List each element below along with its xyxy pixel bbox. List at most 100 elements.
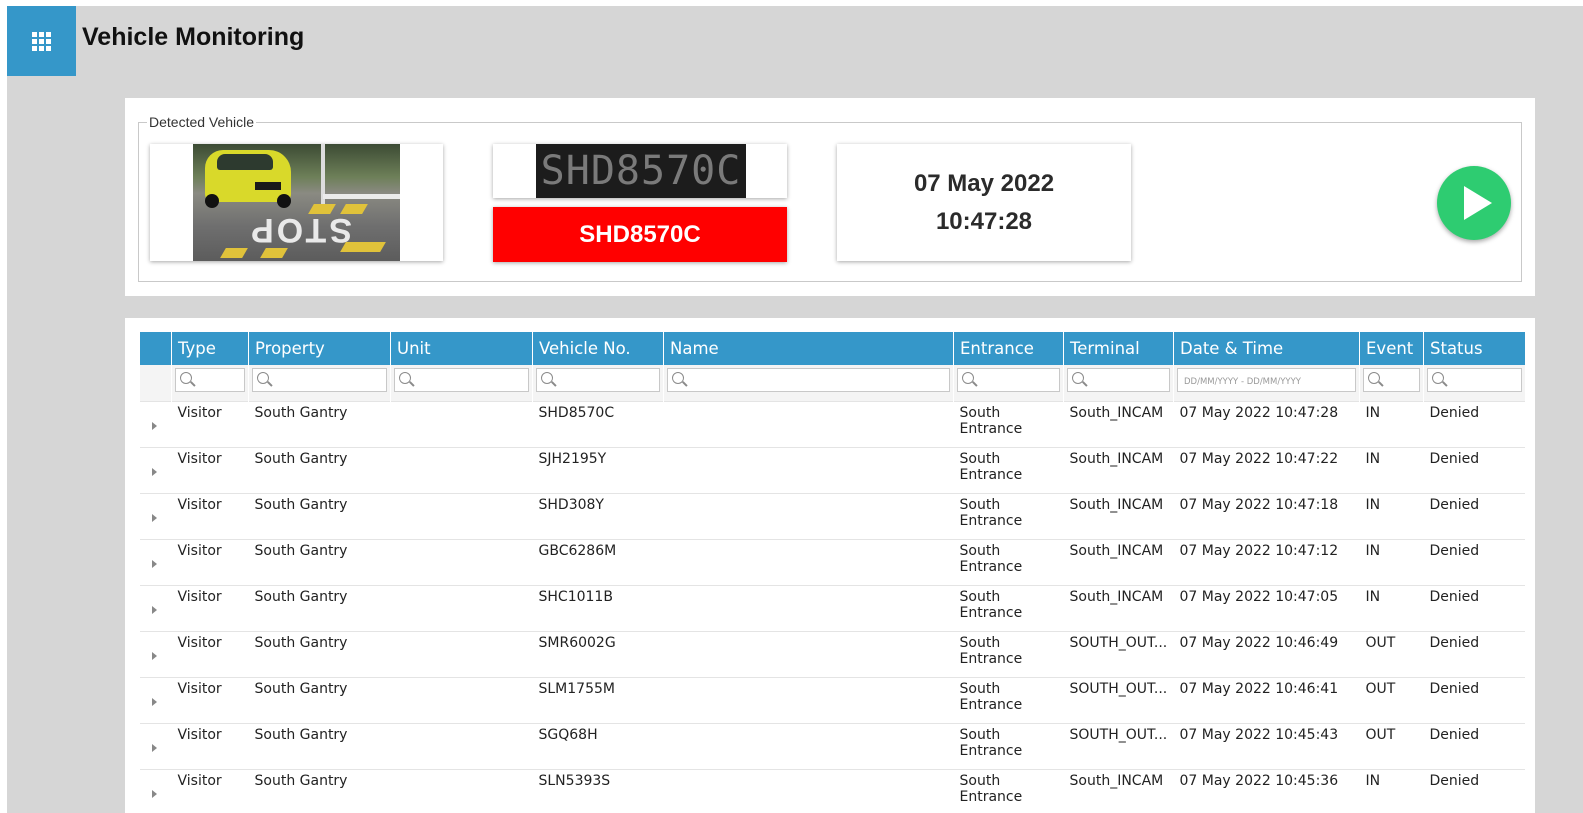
header-row: Type Property Unit Vehicle No. Name Entr…: [139, 332, 1525, 365]
cell-terminal: South_INCAM: [1069, 542, 1164, 559]
row-expander[interactable]: [140, 677, 172, 723]
filter-row: DD/MM/YYYY - DD/MM/YYYY: [139, 365, 1525, 401]
cell-unit: [391, 631, 533, 677]
date-range-placeholder: DD/MM/YYYY - DD/MM/YYYY: [1184, 377, 1301, 387]
cell-event: IN: [1365, 450, 1381, 467]
cell-event: IN: [1365, 588, 1381, 605]
column-header-vehicle-no[interactable]: Vehicle No.: [532, 332, 664, 365]
column-header-date-time[interactable]: Date & Time: [1173, 332, 1360, 365]
row-expander[interactable]: [140, 447, 172, 493]
cell-type: Visitor: [177, 496, 222, 513]
filter-type-input[interactable]: [175, 368, 245, 392]
filter-unit-input[interactable]: [394, 368, 529, 392]
menu-button[interactable]: [7, 6, 76, 76]
cell-vehicle: SMR6002G: [538, 634, 616, 651]
cell-datetime: 07 May 2022 10:47:22: [1179, 450, 1339, 467]
column-header-status[interactable]: Status: [1423, 332, 1525, 365]
row-expander[interactable]: [140, 539, 172, 585]
filter-terminal-input[interactable]: [1067, 368, 1170, 392]
column-header-terminal[interactable]: Terminal: [1063, 332, 1174, 365]
table-row[interactable]: Visitor South Gantry SHD8570C South Entranc…: [139, 401, 1525, 447]
detection-date: 07 May 2022: [913, 169, 1055, 197]
cell-event: OUT: [1365, 726, 1396, 743]
cell-event: OUT: [1365, 634, 1396, 651]
table-row[interactable]: Visitor South Gantry SMR6002G South Entranc…: [139, 631, 1525, 677]
cell-terminal: South_INCAM: [1069, 496, 1164, 513]
plate-number-badge: SHD8570C: [493, 207, 787, 262]
filter-property-input[interactable]: [252, 368, 387, 392]
cell-status: Denied: [1429, 404, 1480, 421]
table-row[interactable]: Visitor South Gantry SJH2195Y South Entranc…: [139, 447, 1525, 493]
cell-name: [664, 493, 954, 539]
cell-name: [664, 723, 954, 769]
cell-datetime: 07 May 2022 10:47:28: [1179, 404, 1339, 421]
play-button[interactable]: [1437, 166, 1511, 240]
cell-entrance: South Entrance: [959, 726, 1023, 759]
column-header-event[interactable]: Event: [1359, 332, 1424, 365]
cell-vehicle: SHD308Y: [538, 496, 604, 513]
cell-entrance: South Entrance: [959, 496, 1023, 529]
cell-name: [664, 631, 954, 677]
cell-type: Visitor: [177, 450, 222, 467]
detection-datetime-card: 07 May 2022 10:47:28: [837, 144, 1131, 261]
cell-name: [664, 539, 954, 585]
expand-arrow-icon: [151, 789, 157, 798]
row-expander[interactable]: [140, 769, 172, 813]
cell-vehicle: SHD8570C: [538, 404, 615, 421]
detected-vehicle-panel: Detected Vehicle STOP SHD8570C SHD8570C …: [125, 98, 1535, 296]
row-expander[interactable]: [140, 631, 172, 677]
table-row[interactable]: Visitor South Gantry SHC1011B South Entranc…: [139, 585, 1525, 631]
expand-arrow-icon: [151, 743, 157, 752]
column-header-entrance[interactable]: Entrance: [953, 332, 1064, 365]
cell-terminal: SOUTH_OUT...: [1069, 680, 1168, 697]
expand-arrow-icon: [151, 421, 157, 430]
cell-vehicle: SGQ68H: [538, 726, 598, 743]
row-expander[interactable]: [140, 723, 172, 769]
plate-image-text: SHD8570C: [540, 148, 742, 194]
column-header-property[interactable]: Property: [248, 332, 391, 365]
cell-property: South Gantry: [254, 588, 348, 605]
expand-arrow-icon: [151, 467, 157, 476]
row-expander[interactable]: [140, 585, 172, 631]
column-header-name[interactable]: Name: [663, 332, 954, 365]
column-header-unit[interactable]: Unit: [390, 332, 533, 365]
table-row[interactable]: Visitor South Gantry SGQ68H South Entrance S…: [139, 723, 1525, 769]
table-row[interactable]: Visitor South Gantry SLN5393S South Entranc…: [139, 769, 1525, 813]
cell-terminal: South_INCAM: [1069, 450, 1164, 467]
cell-status: Denied: [1429, 726, 1480, 743]
search-icon: [1432, 372, 1444, 384]
cell-name: [664, 769, 954, 813]
search-icon: [257, 372, 269, 384]
cell-datetime: 07 May 2022 10:45:43: [1179, 726, 1339, 743]
table-row[interactable]: Visitor South Gantry SHD308Y South Entrance…: [139, 493, 1525, 539]
cell-terminal: SOUTH_OUT...: [1069, 726, 1168, 743]
table-row[interactable]: Visitor South Gantry GBC6286M South Entranc…: [139, 539, 1525, 585]
cell-property: South Gantry: [254, 496, 348, 513]
cell-property: South Gantry: [254, 542, 348, 559]
search-icon: [962, 372, 974, 384]
search-icon: [541, 372, 553, 384]
cell-event: OUT: [1365, 680, 1396, 697]
filter-entrance-input[interactable]: [957, 368, 1060, 392]
column-header-type[interactable]: Type: [171, 332, 249, 365]
vehicle-photo-card: STOP: [150, 144, 443, 261]
search-icon: [1368, 372, 1380, 384]
filter-event-input[interactable]: [1363, 368, 1420, 392]
cell-unit: [391, 493, 533, 539]
vehicle-photo: STOP: [193, 144, 400, 261]
detected-vehicle-legend: Detected Vehicle: [147, 114, 257, 130]
cell-vehicle: GBC6286M: [538, 542, 617, 559]
filter-name-input[interactable]: [667, 368, 950, 392]
row-expander[interactable]: [140, 401, 172, 447]
cell-entrance: South Entrance: [959, 404, 1023, 437]
cell-datetime: 07 May 2022 10:47:12: [1179, 542, 1339, 559]
cell-status: Denied: [1429, 772, 1480, 789]
filter-vehicle-input[interactable]: [536, 368, 660, 392]
cell-property: South Gantry: [254, 634, 348, 651]
expand-arrow-icon: [151, 697, 157, 706]
cell-unit: [391, 539, 533, 585]
row-expander[interactable]: [140, 493, 172, 539]
filter-date-range-input[interactable]: DD/MM/YYYY - DD/MM/YYYY: [1177, 368, 1356, 392]
table-row[interactable]: Visitor South Gantry SLM1755M South Entranc…: [139, 677, 1525, 723]
filter-status-input[interactable]: [1427, 368, 1522, 392]
